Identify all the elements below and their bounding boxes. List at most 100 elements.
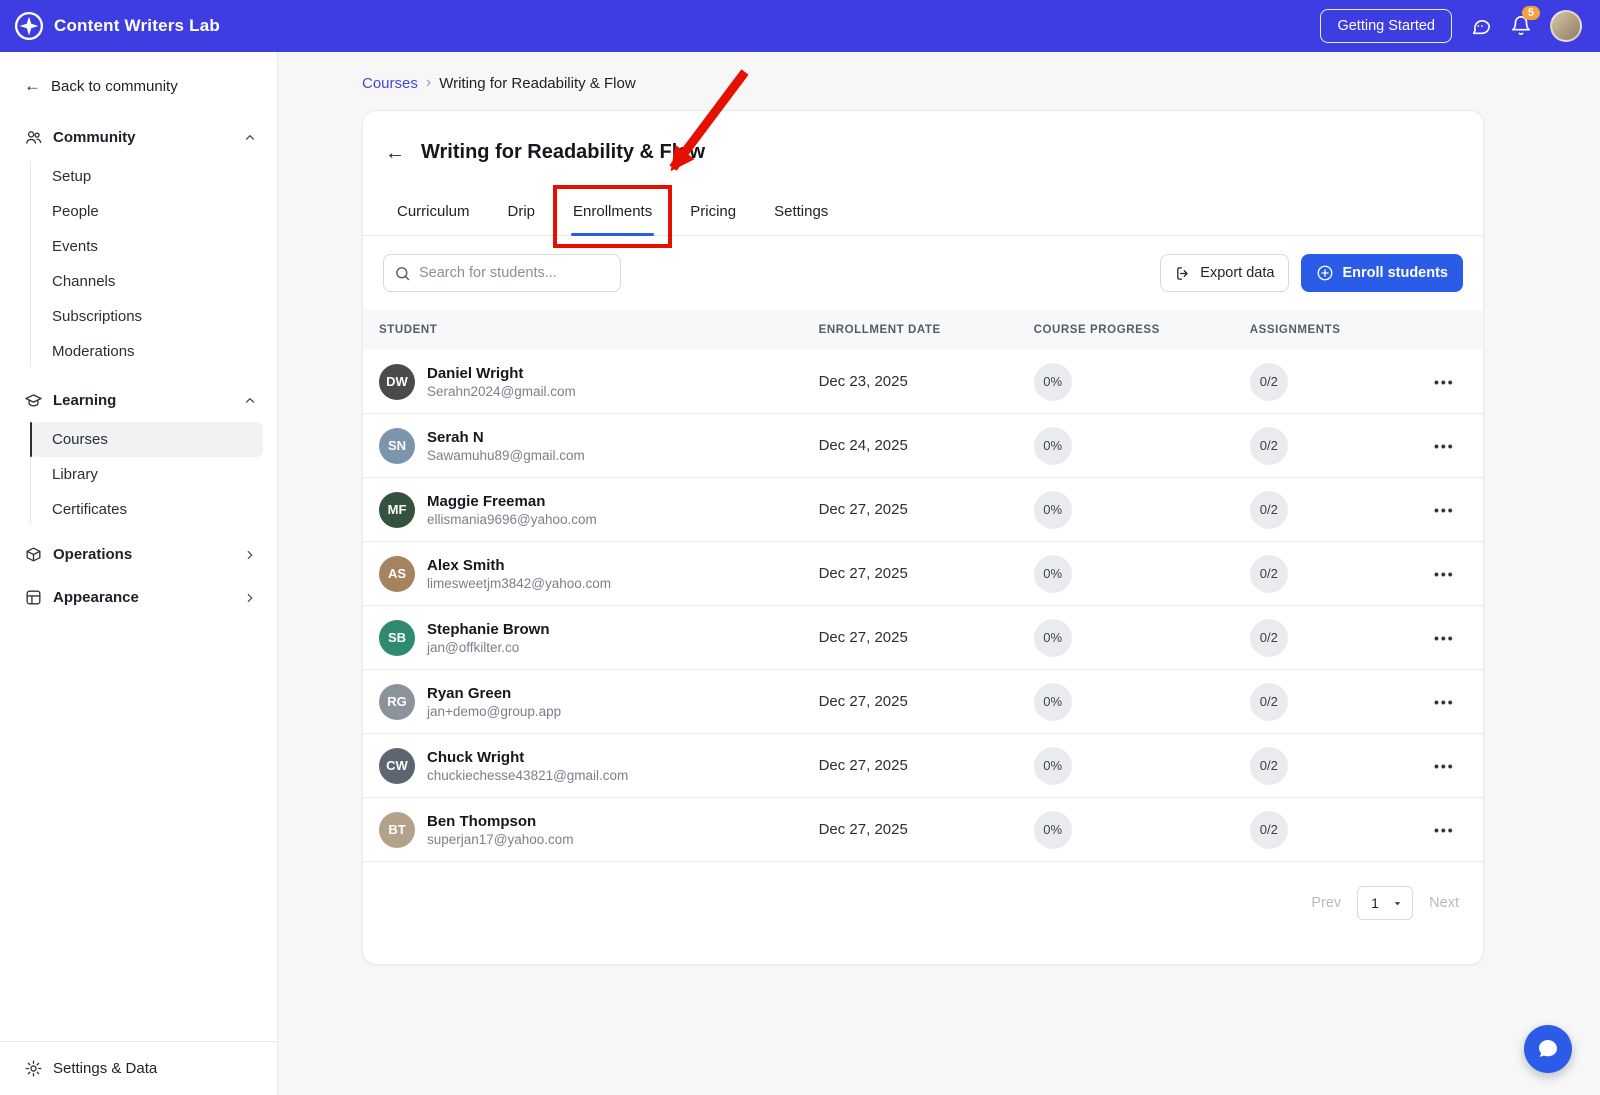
chevron-right-icon [243, 548, 257, 562]
export-data-label: Export data [1200, 265, 1274, 281]
plus-circle-icon [1316, 264, 1334, 282]
sidebar-section-learning[interactable]: Learning [0, 379, 277, 422]
student-avatar: CW [379, 748, 415, 784]
row-menu-button[interactable]: ••• [1428, 370, 1461, 394]
enrollment-date: Dec 27, 2025 [817, 501, 1032, 518]
row-menu-button[interactable]: ••• [1428, 434, 1461, 458]
tab-pricing[interactable]: Pricing [688, 188, 738, 235]
student-avatar: SN [379, 428, 415, 464]
messages-icon[interactable] [1470, 15, 1492, 37]
student-avatar-initials: CW [386, 758, 408, 773]
student-email: jan@offkilter.co [427, 640, 550, 655]
prev-page-button[interactable]: Prev [1311, 895, 1341, 911]
notifications-bell-icon[interactable]: 5 [1510, 15, 1532, 37]
export-data-button[interactable]: Export data [1160, 254, 1289, 292]
student-email: chuckiechesse43821@gmail.com [427, 768, 628, 783]
tab-enrollments[interactable]: Enrollments [571, 188, 654, 235]
sidebar-section-appearance[interactable]: Appearance [0, 576, 277, 619]
settings-and-data-link[interactable]: Settings & Data [0, 1041, 277, 1095]
sidebar-item-subscriptions[interactable]: Subscriptions [0, 299, 263, 334]
appearance-section-label: Appearance [53, 589, 139, 606]
student-email: Serahn2024@gmail.com [427, 384, 576, 399]
operations-icon [24, 545, 43, 564]
chevron-up-icon [243, 394, 257, 408]
enrollment-date: Dec 27, 2025 [817, 565, 1032, 582]
chevron-up-icon [243, 131, 257, 145]
student-avatar-initials: BT [388, 822, 405, 837]
assignments-badge: 0/2 [1250, 619, 1288, 657]
back-to-community-label: Back to community [51, 78, 178, 95]
row-menu-button[interactable]: ••• [1428, 754, 1461, 778]
next-page-button[interactable]: Next [1429, 895, 1459, 911]
enrollment-date: Dec 23, 2025 [817, 373, 1032, 390]
operations-section-label: Operations [53, 546, 132, 563]
student-name: Chuck Wright [427, 749, 628, 766]
row-menu-button[interactable]: ••• [1428, 818, 1461, 842]
breadcrumb-courses-link[interactable]: Courses [362, 75, 418, 92]
tab-settings[interactable]: Settings [772, 188, 830, 235]
sidebar-item-people[interactable]: People [0, 194, 263, 229]
enrollment-date: Dec 27, 2025 [817, 757, 1032, 774]
sidebar-section-community[interactable]: Community [0, 116, 277, 159]
assignments-badge: 0/2 [1250, 363, 1288, 401]
student-search-input[interactable] [419, 265, 610, 281]
student-avatar: MF [379, 492, 415, 528]
column-header-enrollment-date: ENROLLMENT DATE [817, 324, 1032, 336]
student-email: superjan17@yahoo.com [427, 832, 574, 847]
student-avatar-initials: AS [388, 566, 406, 581]
course-progress-badge: 0% [1034, 491, 1072, 529]
back-to-community-link[interactable]: ← Back to community [0, 60, 277, 112]
course-progress-badge: 0% [1034, 363, 1072, 401]
student-name: Serah N [427, 429, 585, 446]
student-avatar-initials: MF [388, 502, 407, 517]
sidebar-item-certificates[interactable]: Certificates [0, 492, 263, 527]
row-menu-button[interactable]: ••• [1428, 626, 1461, 650]
table-row: RG Ryan Green jan+demo@group.app Dec 27,… [363, 670, 1483, 734]
enrollments-table: STUDENT ENROLLMENT DATE COURSE PROGRESS … [363, 310, 1483, 862]
table-row: SN Serah N Sawamuhu89@gmail.com Dec 24, … [363, 414, 1483, 478]
search-icon [394, 265, 411, 282]
student-avatar-initials: SB [388, 630, 406, 645]
user-avatar[interactable] [1550, 10, 1582, 42]
tab-enrollments-label: Enrollments [573, 203, 652, 220]
sidebar-item-courses[interactable]: Courses [30, 422, 263, 457]
current-page-number: 1 [1371, 895, 1379, 911]
student-email: limesweetjm3842@yahoo.com [427, 576, 611, 591]
course-card: ← Writing for Readability & Flow Curricu… [362, 110, 1484, 965]
page-select[interactable]: 1 [1357, 886, 1413, 920]
row-menu-button[interactable]: ••• [1428, 498, 1461, 522]
course-title: Writing for Readability & Flow [421, 141, 705, 164]
student-name: Stephanie Brown [427, 621, 550, 638]
course-back-button[interactable]: ← [385, 143, 405, 163]
breadcrumb-current: Writing for Readability & Flow [439, 75, 635, 92]
tab-drip[interactable]: Drip [506, 188, 538, 235]
support-chat-button[interactable] [1524, 1025, 1572, 1073]
column-header-assignments: ASSIGNMENTS [1248, 324, 1406, 336]
row-menu-button[interactable]: ••• [1428, 690, 1461, 714]
sidebar-item-moderations[interactable]: Moderations [0, 334, 263, 369]
sidebar-section-operations[interactable]: Operations [0, 533, 277, 576]
row-menu-button[interactable]: ••• [1428, 562, 1461, 586]
assignments-badge: 0/2 [1250, 811, 1288, 849]
main-content: Courses › Writing for Readability & Flow… [278, 52, 1600, 1095]
sidebar-item-setup[interactable]: Setup [0, 159, 263, 194]
course-progress-badge: 0% [1034, 555, 1072, 593]
enroll-students-button[interactable]: Enroll students [1301, 254, 1463, 292]
breadcrumb-separator-icon: › [426, 74, 431, 92]
course-progress-badge: 0% [1034, 811, 1072, 849]
getting-started-button[interactable]: Getting Started [1320, 9, 1452, 43]
chat-bubble-icon [1536, 1037, 1560, 1061]
student-email: ellismania9696@yahoo.com [427, 512, 597, 527]
student-name: Alex Smith [427, 557, 611, 574]
sidebar-item-library[interactable]: Library [0, 457, 263, 492]
tab-curriculum[interactable]: Curriculum [395, 188, 472, 235]
enrollment-date: Dec 24, 2025 [817, 437, 1032, 454]
student-name: Maggie Freeman [427, 493, 597, 510]
student-search [383, 254, 621, 292]
enrollment-date: Dec 27, 2025 [817, 629, 1032, 646]
sidebar-item-events[interactable]: Events [0, 229, 263, 264]
sidebar-item-channels[interactable]: Channels [0, 264, 263, 299]
student-email: Sawamuhu89@gmail.com [427, 448, 585, 463]
app-logo-icon[interactable] [14, 11, 44, 41]
table-row: DW Daniel Wright Serahn2024@gmail.com De… [363, 350, 1483, 414]
